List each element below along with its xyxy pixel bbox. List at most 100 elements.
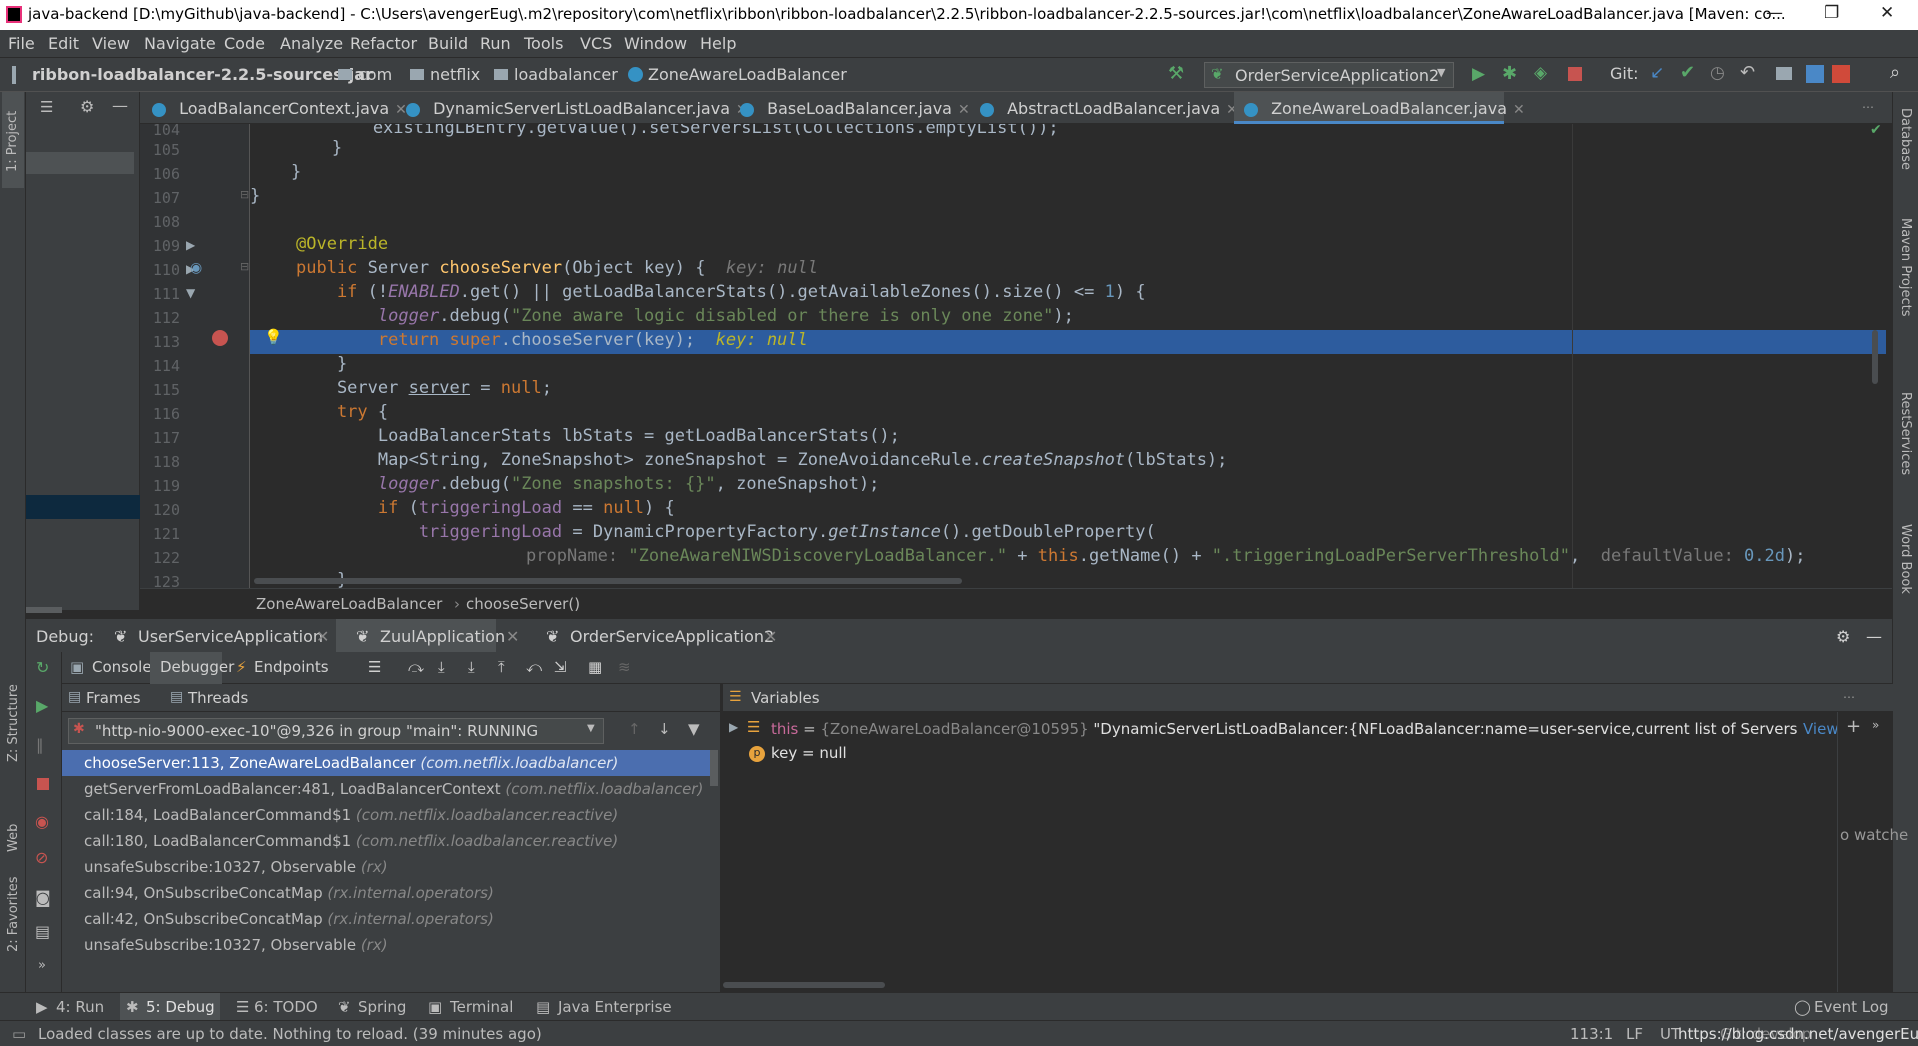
web-tool-label[interactable]: Web [6, 824, 21, 852]
gear-icon[interactable]: ⚙ [1836, 627, 1850, 646]
nav-netflix[interactable]: netflix [430, 65, 480, 84]
collapse-all-icon[interactable]: ☰ [40, 98, 53, 116]
next-frame-icon[interactable]: ↓ [658, 720, 671, 738]
nav-class[interactable]: ZoneAwareLoadBalancer [648, 65, 847, 84]
breadcrumb-class[interactable]: ZoneAwareLoadBalancer [256, 595, 442, 613]
stack-frame-row[interactable]: call:42, OnSubscribeConcatMap (rx.intern… [62, 906, 712, 932]
rerun-icon[interactable]: ↻ [36, 658, 49, 677]
run-icon[interactable]: ▶ [1472, 64, 1485, 84]
stack-frame-row[interactable]: chooseServer:113, ZoneAwareLoadBalancer … [62, 750, 712, 776]
tab-dynamicserverlistloadbalancer[interactable]: DynamicServerListLoadBalancer.java✕ [406, 92, 748, 124]
menu-tools[interactable]: Tools [524, 34, 563, 53]
project-tree-row[interactable] [26, 152, 134, 174]
run-to-cursor-icon[interactable]: ⇲ [554, 658, 567, 676]
expand-arrow-icon[interactable]: ▶ [186, 238, 195, 252]
menu-run[interactable]: Run [480, 34, 511, 53]
menu-refactor[interactable]: Refactor [350, 34, 417, 53]
tool-todo[interactable]: 6: TODO [254, 998, 318, 1016]
build-hammer-icon[interactable]: ⚒ [1168, 63, 1184, 84]
debug-session-user[interactable]: UserServiceApplication [138, 627, 323, 646]
frames-scrollbar[interactable] [710, 750, 718, 786]
tab-baseloadbalancer[interactable]: BaseLoadBalancer.java ✕ [740, 92, 970, 124]
trace-icon[interactable]: ≋ [618, 658, 631, 676]
git-commit-icon[interactable]: ✔ [1680, 62, 1695, 83]
stack-frame-row[interactable]: call:184, LoadBalancerCommand$1 (com.net… [62, 802, 712, 828]
close-session-icon[interactable]: ✕ [316, 627, 329, 646]
menu-window[interactable]: Window [624, 34, 687, 53]
hide-panel-icon[interactable]: — [112, 96, 128, 115]
lightbulb-icon[interactable]: 💡 [264, 328, 283, 346]
fold-marker-icon[interactable]: ⊟ [240, 188, 249, 201]
tool-terminal[interactable]: Terminal [450, 998, 513, 1016]
filter-icon[interactable]: ▼ [688, 720, 700, 738]
menu-file[interactable]: File [8, 34, 35, 53]
breadcrumb-method[interactable]: chooseServer() [466, 595, 580, 613]
tab-endpoints[interactable]: Endpoints [254, 658, 329, 676]
git-update-icon[interactable]: ↙ [1650, 63, 1664, 83]
menu-navigate[interactable]: Navigate [144, 34, 216, 53]
tool-spring[interactable]: Spring [358, 998, 406, 1016]
restore-layout-icon[interactable]: ☰ [368, 658, 381, 676]
previous-frame-icon[interactable]: ↑ [628, 720, 641, 738]
variable-key[interactable]: key = null [771, 744, 847, 762]
variable-this-row[interactable]: this = {ZoneAwareLoadBalancer@10595} "Dy… [771, 720, 1815, 738]
nav-loadbalancer[interactable]: loadbalancer [514, 65, 618, 84]
close-session-icon[interactable]: ✕ [764, 627, 777, 646]
variables-scrollbar[interactable] [723, 982, 885, 988]
maximize-button[interactable]: ❐ [1824, 3, 1839, 23]
nav-jar[interactable]: ribbon-loadbalancer-2.2.5-sources.jar [32, 65, 373, 84]
tool-java-enterprise[interactable]: Java Enterprise [558, 998, 672, 1016]
view-breakpoints-icon[interactable]: ◉ [35, 812, 49, 831]
caret-position[interactable]: 113:1 [1570, 1025, 1613, 1043]
project-structure-icon[interactable] [1776, 67, 1792, 80]
tab-debugger[interactable]: Debugger [160, 658, 234, 676]
expand-arrow-icon[interactable]: ▶ [729, 720, 738, 734]
breakpoint-icon[interactable] [212, 330, 228, 346]
hide-panel-icon[interactable]: — [1866, 627, 1882, 646]
menu-help[interactable]: Help [700, 34, 736, 53]
thread-select[interactable]: ✱ "http-nio-9000-exec-10"@9,326 in group… [68, 718, 604, 744]
stack-frame-row[interactable]: unsafeSubscribe:10327, Observable (rx) [62, 854, 712, 880]
tab-frames[interactable]: Frames [86, 689, 141, 707]
camera-icon[interactable]: ◙ [35, 888, 51, 907]
more-icon[interactable]: » [1872, 718, 1879, 732]
step-over-icon[interactable]: ⤓ [438, 658, 445, 676]
resume-icon[interactable]: ▶ [36, 696, 48, 715]
translate-icon[interactable] [1806, 65, 1824, 83]
line-separator[interactable]: LF [1626, 1025, 1643, 1043]
collapse-arrow-icon[interactable]: ▼ [186, 286, 195, 300]
revert-icon[interactable]: ↶ [1740, 62, 1755, 83]
view-link[interactable]: View [1799, 720, 1839, 738]
history-icon[interactable]: ◷ [1710, 63, 1725, 83]
structure-tool-label[interactable]: Z: Structure [6, 684, 21, 762]
tab-list-icon[interactable]: ⋯ [1862, 100, 1874, 114]
tool-event-log[interactable]: Event Log [1814, 998, 1889, 1016]
drop-frame-icon[interactable]: ⤺ [526, 658, 542, 676]
override-marker-icon[interactable]: ◉ [190, 260, 202, 276]
menu-code[interactable]: Code [224, 34, 265, 53]
debug-bug-icon[interactable]: ✱ [1502, 63, 1517, 84]
rest-services-tool-label[interactable]: RestServices [1898, 392, 1913, 475]
tool-debug[interactable]: 5: Debug [146, 998, 215, 1016]
menu-edit[interactable]: Edit [48, 34, 79, 53]
tab-zoneawareloadbalancer[interactable]: ZoneAwareLoadBalancer.java ✕ [1234, 92, 1525, 124]
fold-marker-icon[interactable]: ⊟ [240, 260, 249, 273]
show-execution-point-icon[interactable]: ⤼ [408, 658, 424, 676]
run-config-select[interactable]: ❦ OrderServiceApplication2 ▼ [1204, 62, 1454, 88]
debug-session-zuul[interactable]: ZuulApplication [380, 627, 505, 646]
tab-loadbalancercontext[interactable]: LoadBalancerContext.java ✕ [152, 92, 407, 124]
tool-run[interactable]: 4: Run [56, 998, 104, 1016]
layout-icon[interactable]: ▤ [35, 922, 50, 941]
close-window-button[interactable]: ✕ [1880, 3, 1894, 23]
close-tab-icon[interactable]: ✕ [958, 102, 970, 118]
debug-session-order[interactable]: OrderServiceApplication2 [570, 627, 774, 646]
project-scrollbar[interactable] [26, 607, 62, 613]
pause-icon[interactable]: ‖ [36, 736, 44, 754]
minimize-button[interactable]: — [1766, 3, 1783, 23]
coverage-icon[interactable]: ◈ [1534, 63, 1547, 83]
stack-frame-row[interactable]: call:180, LoadBalancerCommand$1 (com.net… [62, 828, 712, 854]
stop-icon[interactable] [1568, 67, 1582, 81]
close-session-icon[interactable]: ✕ [506, 627, 519, 646]
step-into-icon[interactable]: ⤒ [498, 658, 505, 676]
tab-threads[interactable]: Threads [188, 689, 248, 707]
